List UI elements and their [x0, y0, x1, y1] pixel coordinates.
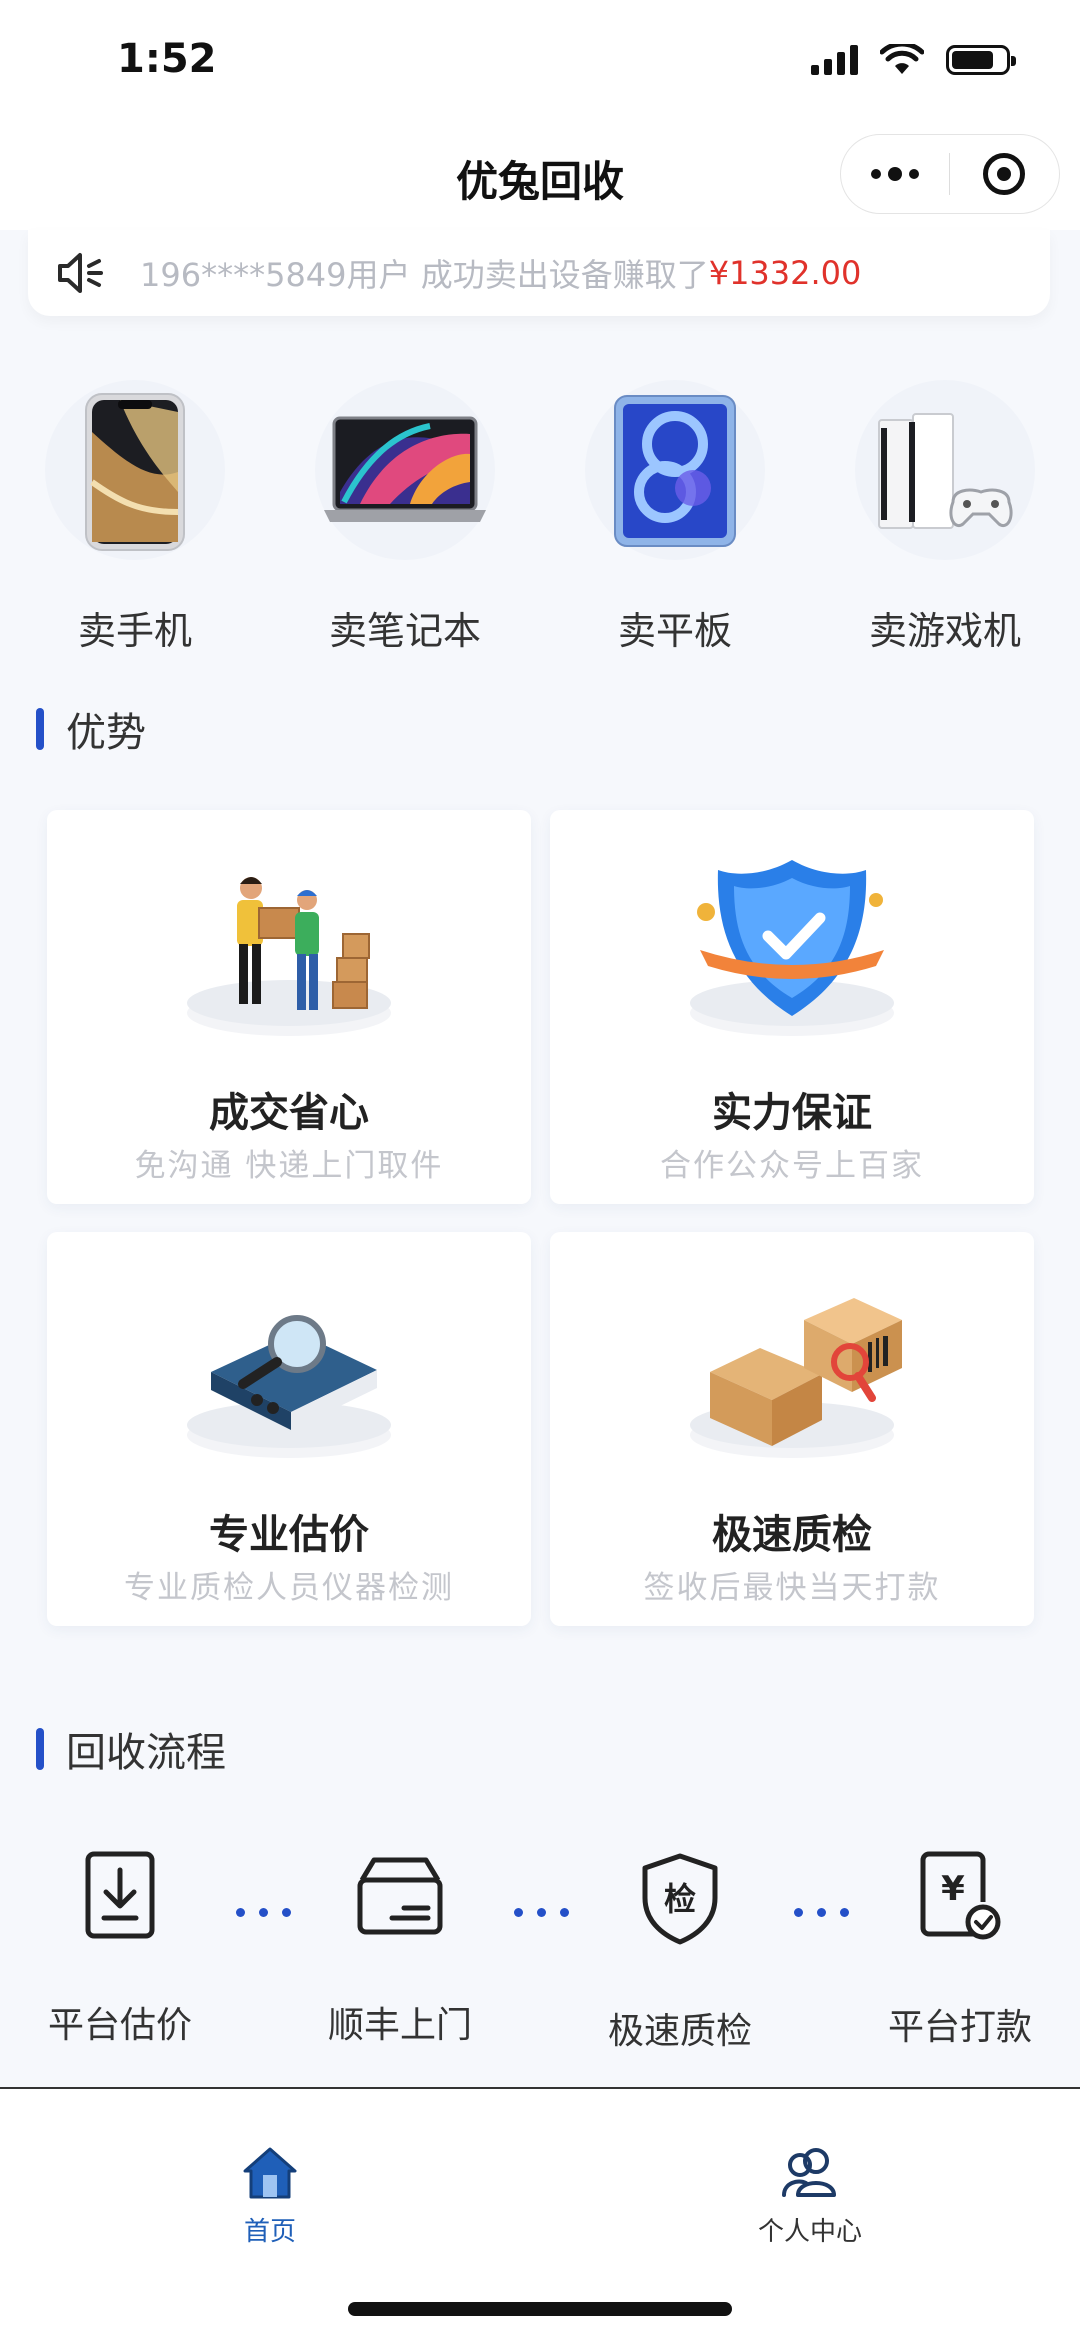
process-step-valuation: 平台估价: [20, 1850, 220, 2048]
tab-home[interactable]: 首页: [170, 2145, 370, 2248]
notice-text: 196****5849用户 成功卖出设备赚取了: [140, 256, 709, 294]
process-step-label: 极速质检: [607, 2011, 752, 2052]
process-step-pickup: 顺丰上门: [300, 1850, 500, 2048]
notice-amount: ¥1332.00: [708, 254, 862, 292]
advantage-card-easy-deal[interactable]: 成交省心 免沟通 快递上门取件: [47, 810, 531, 1204]
card-subtitle: 合作公众号上百家: [660, 1148, 924, 1184]
tab-label: 首页: [243, 2217, 296, 2247]
category-sell-tablet[interactable]: 卖平板: [560, 380, 790, 660]
card-title: 成交省心: [209, 1089, 369, 1136]
box-icon: [357, 1857, 443, 1935]
game-console-icon: [878, 413, 1013, 529]
section-title-text: 回收流程: [66, 1730, 226, 1776]
process-connector: [236, 1908, 291, 1917]
phone-icon: [85, 393, 185, 551]
download-doc-icon: [85, 1851, 155, 1939]
process-step-payment: ¥ 平台打款: [860, 1850, 1060, 2050]
card-subtitle: 签收后最快当天打款: [643, 1570, 941, 1606]
yen-glyph: ¥: [941, 1869, 965, 1909]
process-step-label: 平台打款: [887, 2007, 1032, 2048]
close-button[interactable]: [950, 153, 1060, 195]
close-target-icon: [983, 153, 1026, 195]
tab-label: 个人中心: [757, 2217, 862, 2247]
box-inspection-icon: [710, 1298, 902, 1446]
category-sell-console[interactable]: 卖游戏机: [830, 380, 1060, 660]
tab-bar: 首页 个人中心: [0, 2087, 1080, 2337]
laptop-icon: [324, 416, 486, 522]
status-time: 1:52: [117, 36, 217, 82]
process-step-label: 平台估价: [47, 2005, 192, 2046]
delivery-people-icon: [237, 877, 370, 1010]
category-label: 卖笔记本: [328, 609, 481, 653]
advantage-card-pro-valuation[interactable]: 专业估价 专业质检人员仪器检测: [47, 1232, 531, 1626]
section-accent-bar: [36, 1728, 44, 1770]
process-step-inspection: 检 极速质检: [580, 1850, 780, 2054]
status-bar: 1:52: [0, 0, 1080, 120]
speaker-icon: [58, 253, 103, 293]
category-sell-laptop[interactable]: 卖笔记本: [290, 380, 520, 660]
payment-icon: ¥: [920, 1851, 1001, 1940]
card-title: 极速质检: [712, 1511, 872, 1558]
battery-icon: [946, 45, 1016, 75]
shield-check-icon: [697, 860, 884, 1016]
tablet-icon: [614, 395, 736, 547]
section-title-process: 回收流程: [36, 1720, 226, 1778]
shield-check-icon: 检: [642, 1853, 718, 1945]
notice-bar: 196****5849用户 成功卖出设备赚取了 ¥1332.00: [28, 230, 1050, 316]
process-steps: 平台估价 顺丰上门 检 极速质检 ¥ 平台打款: [0, 1850, 1080, 2052]
mini-program-capsule: [840, 134, 1060, 214]
card-title: 实力保证: [712, 1089, 872, 1136]
category-sell-phone[interactable]: 卖手机: [20, 380, 250, 660]
category-label: 卖手机: [77, 609, 192, 653]
section-accent-bar: [36, 708, 44, 750]
shield-glyph: 检: [664, 1880, 696, 1918]
card-subtitle: 免沟通 快递上门取件: [134, 1148, 444, 1184]
category-label: 卖游戏机: [868, 609, 1021, 653]
wifi-icon: [880, 44, 924, 74]
more-button[interactable]: [841, 167, 949, 181]
card-title: 专业估价: [209, 1511, 369, 1558]
advantage-card-fast-inspection[interactable]: 极速质检 签收后最快当天打款: [550, 1232, 1034, 1626]
category-label: 卖平板: [617, 609, 732, 653]
advantage-card-guarantee[interactable]: 实力保证 合作公众号上百家: [550, 810, 1034, 1204]
card-subtitle: 专业质检人员仪器检测: [124, 1570, 454, 1606]
magnifier-book-icon: [211, 1315, 377, 1430]
section-title-text: 优势: [66, 710, 146, 756]
process-step-label: 顺丰上门: [327, 2005, 472, 2046]
category-grid: 卖手机 卖笔记本 卖平板 卖游戏机: [0, 380, 1080, 660]
section-title-advantages: 优势: [36, 700, 146, 758]
signal-icon: [811, 45, 858, 75]
users-icon: [782, 2148, 836, 2197]
home-icon: [243, 2147, 297, 2199]
process-connector: [794, 1908, 849, 1917]
process-connector: [514, 1908, 569, 1917]
home-indicator[interactable]: [348, 2302, 732, 2316]
nav-bar: 优兔回收: [0, 120, 1080, 230]
status-icons: [811, 44, 1016, 76]
tab-profile[interactable]: 个人中心: [710, 2145, 910, 2248]
